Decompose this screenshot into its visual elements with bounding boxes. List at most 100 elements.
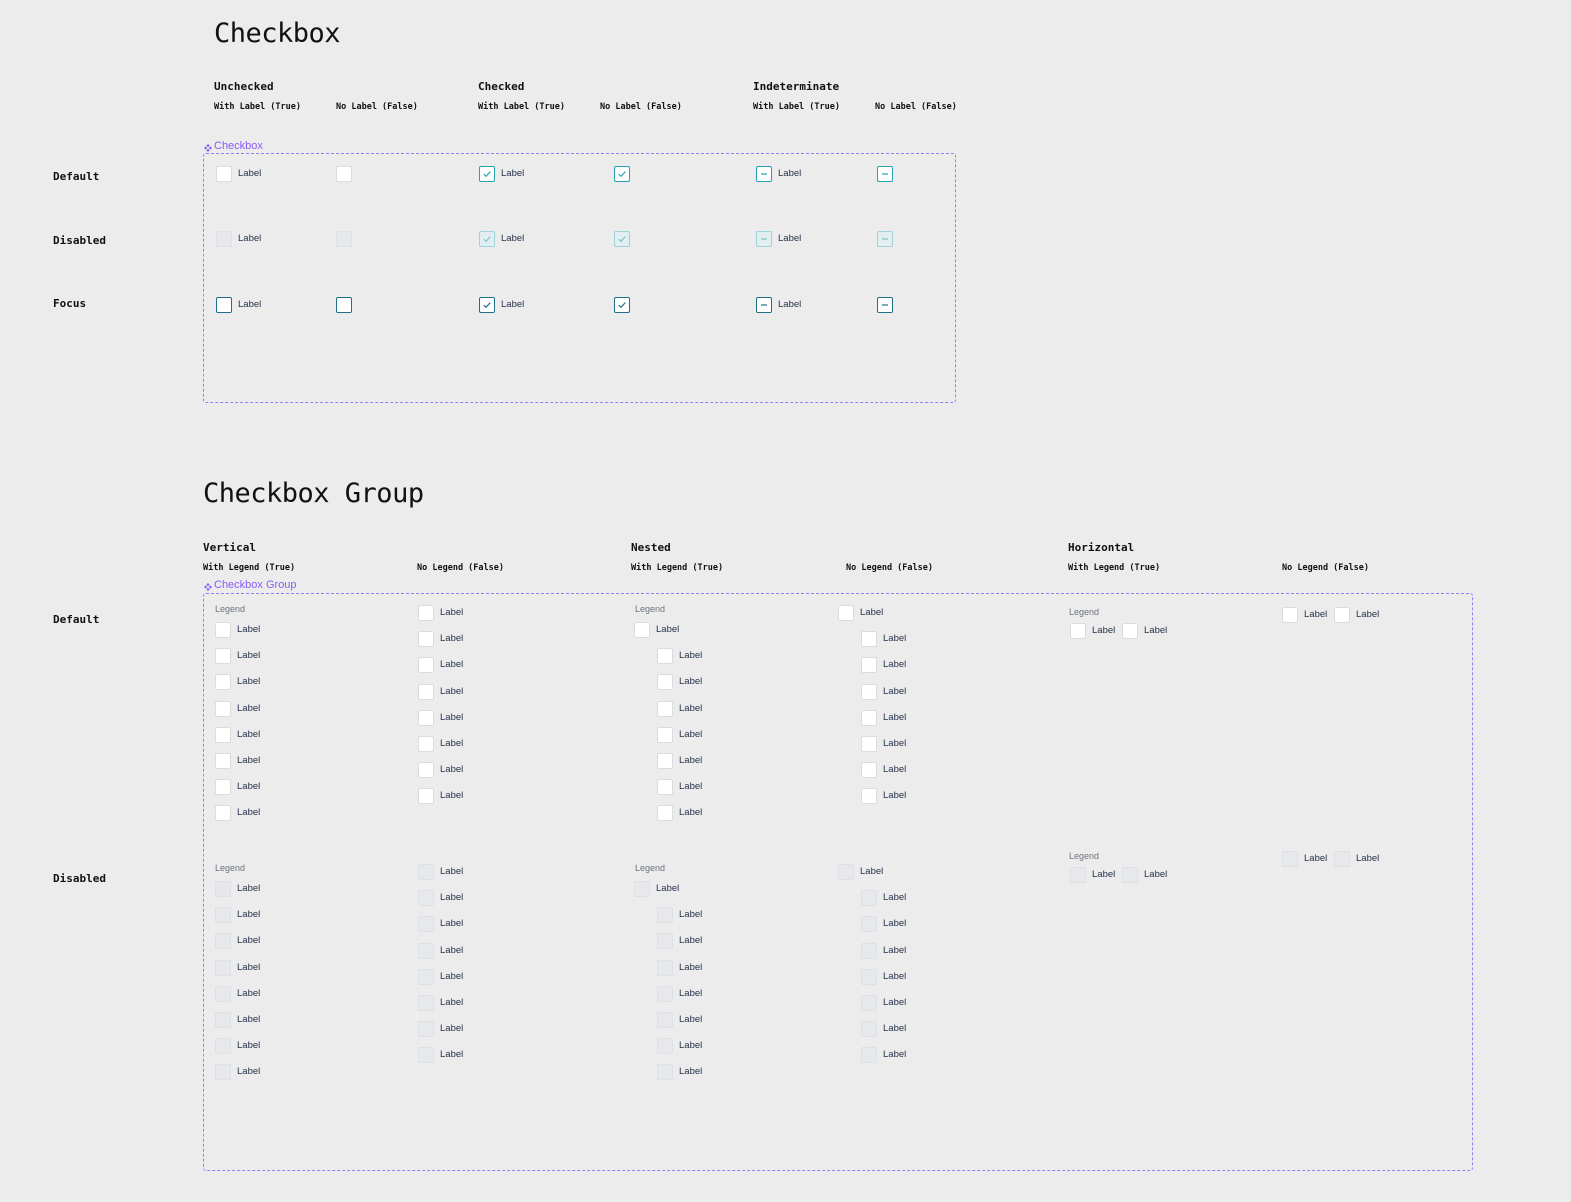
- checkbox-indeterminate[interactable]: [877, 166, 893, 182]
- checkbox-unchecked[interactable]: [336, 166, 352, 182]
- checkbox[interactable]: [418, 709, 434, 726]
- row-label-disabled: Disabled: [53, 234, 106, 247]
- checkbox[interactable]: [418, 683, 434, 700]
- checkbox-label: Label: [1144, 625, 1168, 636]
- checkbox-checked-focus[interactable]: [614, 297, 630, 313]
- checkbox[interactable]: [861, 736, 877, 752]
- checkbox-label: Label: [778, 299, 802, 310]
- checkbox[interactable]: [418, 788, 434, 805]
- checkbox[interactable]: [215, 622, 231, 638]
- subheader-checked-no-label: No Label (False): [600, 102, 682, 112]
- checkbox[interactable]: [657, 674, 673, 691]
- checkbox[interactable]: [861, 683, 877, 700]
- checkbox-disabled: [657, 933, 673, 950]
- checkbox[interactable]: [657, 753, 673, 769]
- checkbox-disabled: [418, 995, 434, 1011]
- checkbox-checked-disabled: [479, 231, 495, 247]
- checkbox[interactable]: [1070, 623, 1086, 639]
- checkbox-disabled: [838, 864, 854, 880]
- checkbox-disabled: [418, 916, 434, 933]
- checkbox[interactable]: [838, 605, 854, 621]
- checkbox-label: Label: [679, 728, 703, 740]
- checkbox-label: Label: [440, 892, 464, 904]
- checkbox-disabled: [657, 959, 673, 976]
- checkbox-unchecked-focus[interactable]: [216, 297, 232, 313]
- column-header-horizontal: Horizontal: [1068, 541, 1135, 554]
- checkbox-label: Label: [883, 1023, 907, 1035]
- checkbox-disabled: [215, 1038, 231, 1055]
- checkbox-label: Label: [679, 987, 703, 999]
- checkbox-label: Label: [679, 702, 703, 714]
- checkbox[interactable]: [657, 700, 673, 717]
- checkbox-checked[interactable]: [479, 166, 495, 182]
- checkbox-label: Label: [237, 1014, 261, 1025]
- checkbox-disabled: [861, 1021, 877, 1038]
- checkbox[interactable]: [861, 788, 877, 805]
- checkbox-label: Label: [883, 711, 907, 723]
- checkbox[interactable]: [215, 648, 231, 665]
- checkbox-unchecked[interactable]: [216, 166, 232, 182]
- checkbox-label: Label: [1304, 609, 1328, 620]
- checkbox-disabled: [215, 1012, 231, 1028]
- checkbox-label: Label: [237, 728, 261, 740]
- checkbox-section-title: Checkbox: [214, 18, 341, 49]
- checkbox[interactable]: [215, 674, 231, 691]
- checkbox[interactable]: [418, 736, 434, 752]
- checkbox-label: Label: [440, 1023, 464, 1035]
- checkbox-indeterminate-focus[interactable]: [877, 297, 893, 313]
- checkbox[interactable]: [1334, 607, 1350, 623]
- checkbox-disabled: [1070, 867, 1086, 883]
- checkbox[interactable]: [861, 709, 877, 726]
- minus-icon: [880, 300, 890, 310]
- checkbox-indeterminate[interactable]: [756, 166, 772, 182]
- checkbox-disabled: [215, 1064, 231, 1081]
- checkbox[interactable]: [634, 622, 650, 638]
- checkbox[interactable]: [215, 805, 231, 822]
- checkbox[interactable]: [418, 657, 434, 674]
- checkbox-label: Label: [440, 633, 464, 645]
- checkbox[interactable]: [215, 726, 231, 743]
- checkbox[interactable]: [861, 631, 877, 648]
- checkbox-label: Label: [1356, 853, 1380, 864]
- checkbox[interactable]: [657, 779, 673, 796]
- checkbox-disabled: [657, 907, 673, 924]
- checkbox[interactable]: [215, 779, 231, 796]
- checkbox[interactable]: [418, 631, 434, 648]
- checkbox-disabled: [215, 907, 231, 924]
- checkbox-disabled: [861, 968, 877, 985]
- checkbox[interactable]: [215, 753, 231, 769]
- checkbox-unchecked-focus[interactable]: [336, 297, 352, 313]
- checkbox-disabled: [657, 1038, 673, 1055]
- checkbox-label: Label: [440, 970, 464, 982]
- checkbox-checked-focus[interactable]: [479, 297, 495, 313]
- checkbox-label: Label: [1356, 609, 1380, 620]
- checkbox-label: Label: [440, 685, 464, 697]
- group-legend: Legend: [215, 604, 246, 614]
- row-label-focus: Focus: [53, 297, 87, 310]
- subheader-unchecked-with-label: With Label (True): [214, 102, 301, 112]
- component-tag-label: Checkbox Group: [214, 579, 297, 591]
- subheader-indeterminate-with-label: With Label (True): [753, 102, 840, 112]
- checkbox-label: Label: [237, 935, 261, 947]
- checkbox[interactable]: [861, 762, 877, 779]
- checkbox-indeterminate-focus[interactable]: [756, 297, 772, 313]
- checkbox-label: Label: [883, 918, 907, 930]
- checkbox[interactable]: [657, 726, 673, 743]
- checkbox-disabled: [657, 985, 673, 1002]
- group-legend: Legend: [635, 604, 666, 614]
- checkbox[interactable]: [861, 657, 877, 674]
- checkbox[interactable]: [657, 648, 673, 665]
- checkbox-label: Label: [883, 764, 907, 776]
- checkbox[interactable]: [418, 605, 434, 621]
- checkbox-checked[interactable]: [614, 166, 630, 182]
- checkbox-label: Label: [679, 1066, 703, 1078]
- checkbox[interactable]: [1122, 623, 1138, 639]
- checkbox[interactable]: [657, 805, 673, 822]
- checkbox-label: Label: [883, 1049, 907, 1061]
- checkbox-disabled: [861, 916, 877, 933]
- checkbox-label: Label: [883, 738, 907, 749]
- checkbox-indeterminate-disabled: [877, 231, 893, 247]
- checkbox[interactable]: [215, 700, 231, 717]
- checkbox[interactable]: [1282, 607, 1298, 623]
- checkbox[interactable]: [418, 762, 434, 779]
